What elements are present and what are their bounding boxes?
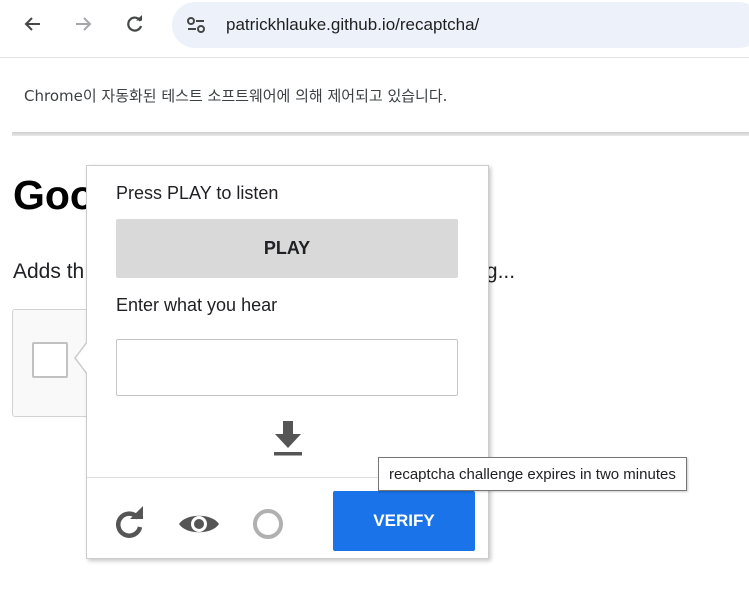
verify-button[interactable]: VERIFY [333,491,475,551]
audio-challenge-popup: Press PLAY to listen PLAY Enter what you… [86,165,489,559]
bubble-arrow-inner [76,342,88,374]
tooltip-text: recaptcha challenge expires in two minut… [389,465,676,483]
tune-icon [187,17,205,33]
reload-challenge-button[interactable] [109,504,149,544]
download-audio-button[interactable] [270,416,306,460]
forward-button[interactable] [65,6,101,42]
reload-icon [116,506,143,538]
visual-challenge-button[interactable] [176,504,222,544]
infobar-divider [12,132,749,136]
play-button[interactable]: PLAY [116,219,458,278]
response-label: Enter what you hear [116,295,278,315]
address-bar[interactable]: patrickhlauke.github.io/recaptcha/ [172,2,749,48]
challenge-tooltip: recaptcha challenge expires in two minut… [378,457,687,491]
arrow-right-icon [76,17,92,31]
page-description-start: Adds th [13,260,85,283]
infobar-text: Chrome이 자동화된 테스트 소프트웨어에 의해 제어되고 있습니다. [24,87,448,105]
automation-infobar: Chrome이 자동화된 테스트 소프트웨어에 의해 제어되고 있습니다. [0,58,749,132]
url-text: patrickhlauke.github.io/recaptcha/ [226,15,480,34]
browser-toolbar: patrickhlauke.github.io/recaptcha/ [0,0,749,50]
reload-button[interactable] [117,6,153,42]
audio-response-input[interactable] [116,339,458,396]
circle-icon [253,509,283,539]
challenge-instructions: Press PLAY to listen [116,183,279,203]
back-button[interactable] [15,6,51,42]
help-button[interactable] [248,504,288,544]
download-icon [274,421,302,456]
page-heading-start: Goo [13,172,95,218]
recaptcha-checkbox[interactable] [32,342,68,378]
reload-icon [127,15,143,32]
eye-icon [179,515,219,533]
site-info-button[interactable] [182,11,210,39]
arrow-left-icon [24,17,40,31]
